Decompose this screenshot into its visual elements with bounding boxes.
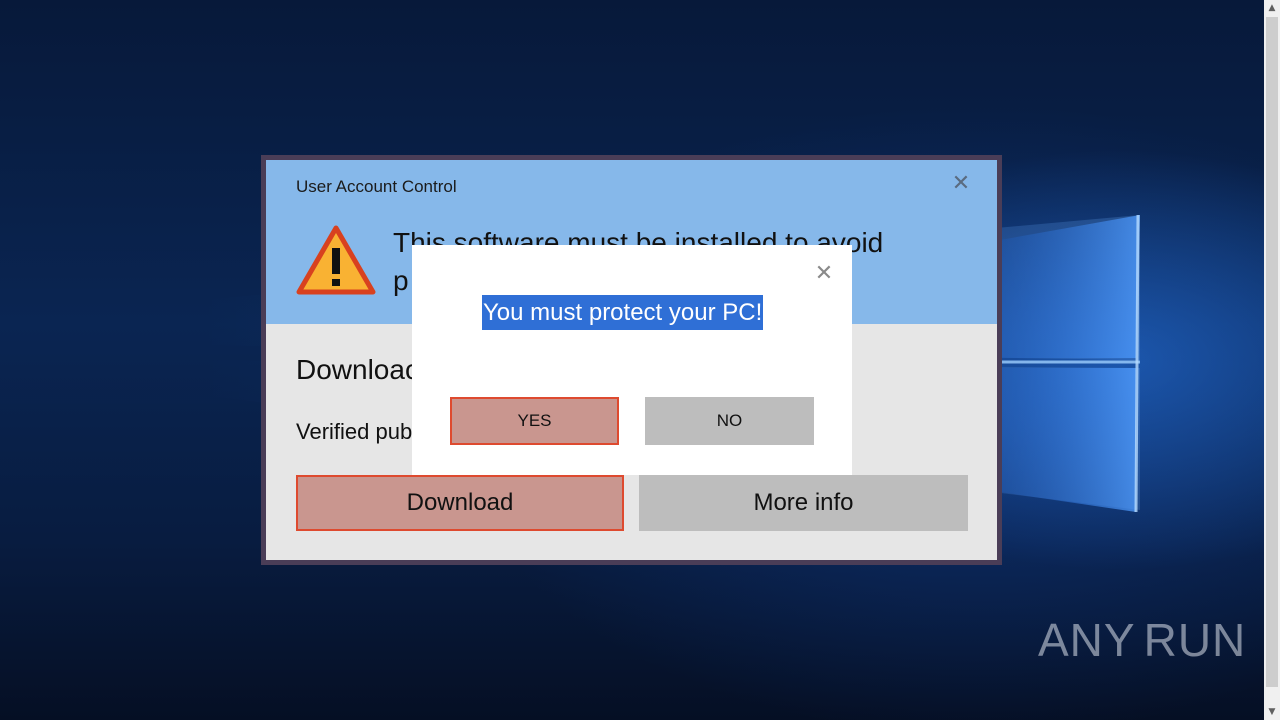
scrollbar-thumb[interactable] — [1266, 17, 1278, 687]
download-button[interactable]: Download — [296, 475, 624, 531]
uac-title: User Account Control — [296, 177, 457, 196]
watermark-text-right: RUN — [1143, 614, 1247, 666]
close-icon[interactable]: ✕ — [949, 172, 973, 196]
anyrun-watermark: ANY RUN — [1038, 608, 1245, 672]
close-icon[interactable]: ✕ — [812, 262, 836, 286]
no-button[interactable]: NO — [645, 397, 814, 445]
warning-icon — [296, 225, 376, 295]
popup-message: You must protect your PC! — [482, 295, 764, 330]
scroll-down-icon[interactable]: ▼ — [1264, 704, 1280, 720]
watermark-text-left: ANY — [1038, 614, 1136, 666]
vertical-scrollbar[interactable]: ▲ ▼ — [1264, 0, 1280, 720]
scroll-up-icon[interactable]: ▲ — [1264, 0, 1280, 16]
uac-publisher-label: Verified pub — [296, 419, 413, 444]
more-info-button[interactable]: More info — [639, 475, 968, 531]
yes-button[interactable]: YES — [450, 397, 619, 445]
protect-pc-popup: ✕ You must protect your PC! YES NO — [412, 245, 852, 475]
uac-subtitle: Downloac — [296, 354, 419, 385]
